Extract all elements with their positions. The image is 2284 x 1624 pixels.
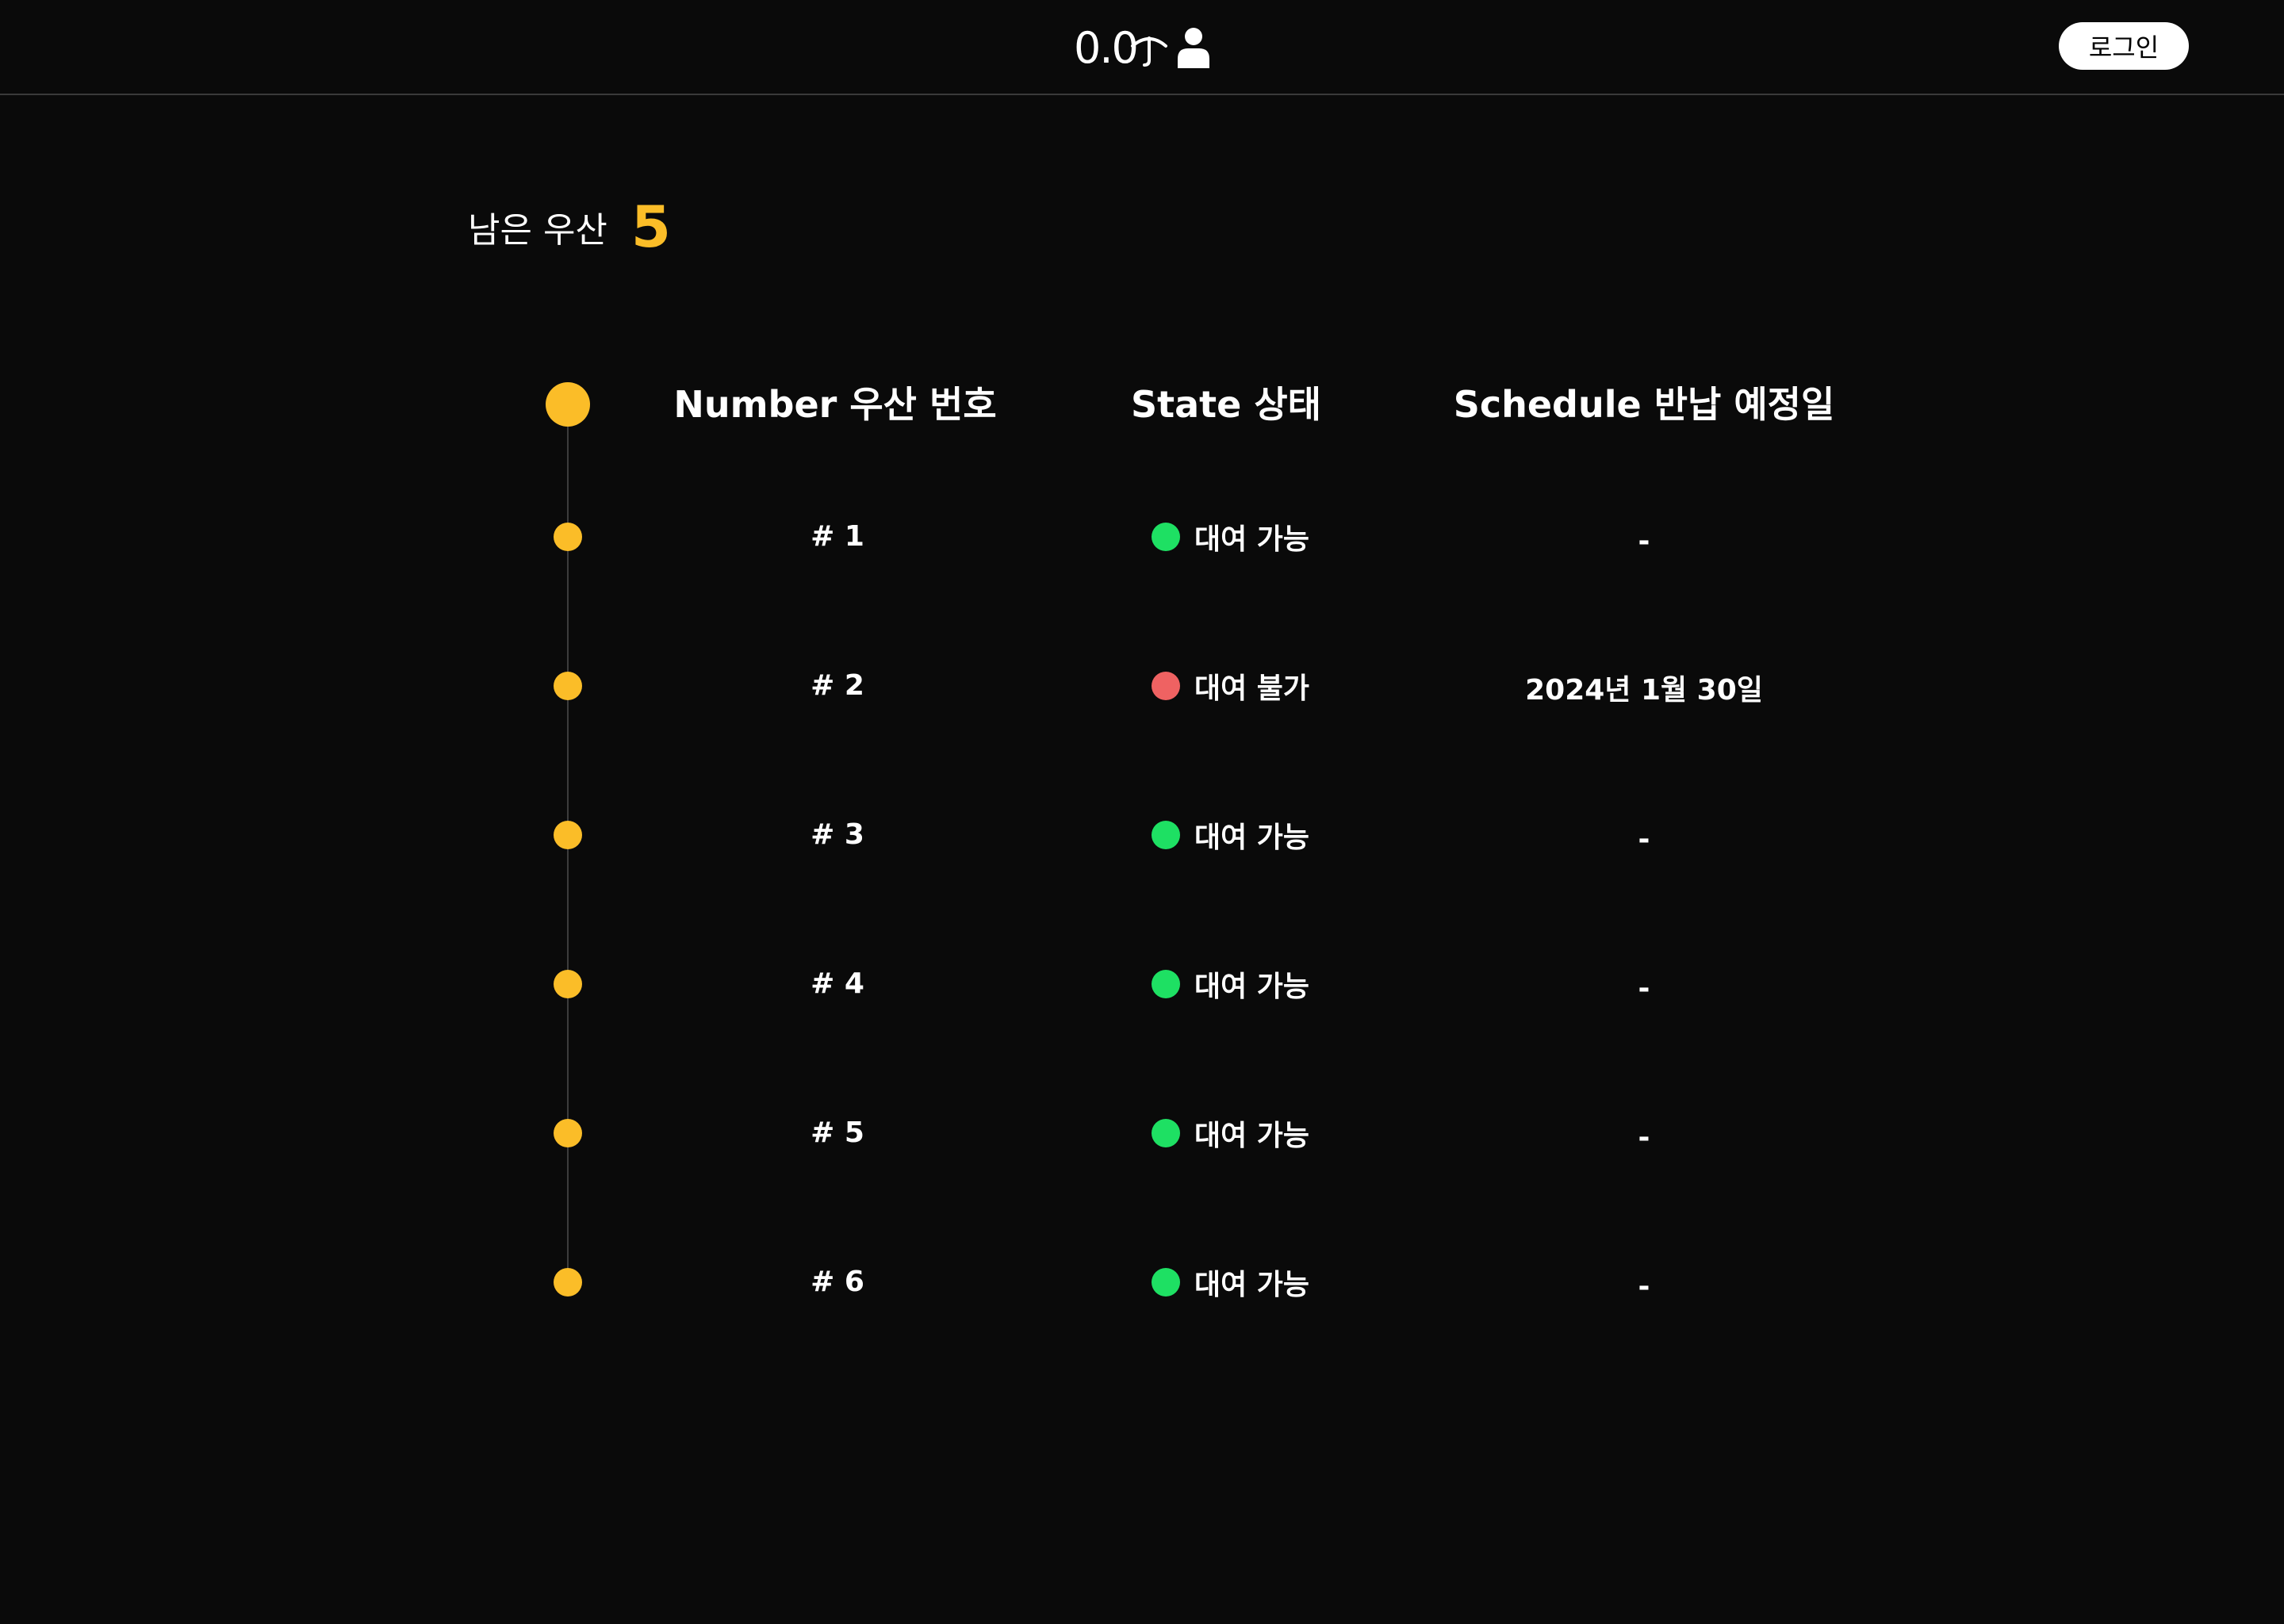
- column-header-schedule: Schedule 반납 예정일: [1453, 383, 1835, 426]
- status-label: 대여 가능: [1194, 1269, 1310, 1301]
- return-schedule: 2024년 1월 30일: [1525, 674, 1763, 707]
- umbrella-state: 대여 가능: [1152, 1258, 1309, 1306]
- table-row: # 4 대여 가능 -: [0, 960, 2284, 1008]
- umbrella-number: # 4: [811, 967, 864, 1000]
- umbrella-state: 대여 가능: [1152, 1109, 1309, 1157]
- return-schedule: -: [1638, 823, 1650, 856]
- remaining-label: 남은 우산: [468, 210, 607, 251]
- remaining-umbrellas: 남은 우산 5: [468, 187, 671, 266]
- status-dot-icon: [1152, 523, 1180, 551]
- page: 0.0 로그인 남은 우산 5 Number 우산 번호 State 상태 Sc…: [0, 0, 2284, 1624]
- status-label: 대여 가능: [1194, 1120, 1310, 1152]
- return-schedule: -: [1638, 1270, 1650, 1303]
- header: 0.0 로그인: [0, 0, 2284, 95]
- umbrella-icon: [1130, 36, 1167, 67]
- status-dot-icon: [1152, 672, 1180, 700]
- status-label: 대여 가능: [1194, 822, 1310, 854]
- user-icon[interactable]: [1177, 27, 1210, 68]
- table-row: # 5 대여 가능 -: [0, 1109, 2284, 1157]
- umbrella-state: 대여 가능: [1152, 960, 1309, 1008]
- status-dot-icon: [1152, 970, 1180, 998]
- umbrella-number: # 5: [811, 1116, 864, 1149]
- return-schedule: -: [1638, 525, 1650, 557]
- column-header-number: Number 우산 번호: [673, 383, 997, 426]
- status-label: 대여 불가: [1194, 672, 1310, 705]
- table-row: # 3 대여 가능 -: [0, 811, 2284, 859]
- status-dot-icon: [1152, 1119, 1180, 1147]
- umbrella-number: # 6: [811, 1266, 864, 1298]
- umbrella-state: 대여 가능: [1152, 811, 1309, 859]
- return-schedule: -: [1638, 1121, 1650, 1154]
- logo-text: 0.0: [1074, 23, 1139, 73]
- umbrella-number: # 2: [811, 669, 864, 702]
- login-button[interactable]: 로그인: [2059, 22, 2189, 70]
- remaining-count: 5: [630, 193, 672, 260]
- timeline-header-dot: [546, 382, 590, 427]
- column-header-state: State 상태: [1130, 383, 1321, 426]
- return-schedule: -: [1638, 972, 1650, 1005]
- table-row: # 1 대여 가능 -: [0, 513, 2284, 561]
- umbrella-number: # 3: [811, 818, 864, 851]
- status-dot-icon: [1152, 1268, 1180, 1297]
- umbrella-state: 대여 가능: [1152, 513, 1309, 561]
- table-row: # 2 대여 불가 2024년 1월 30일: [0, 662, 2284, 710]
- table-row: # 6 대여 가능 -: [0, 1258, 2284, 1306]
- umbrella-number: # 1: [811, 520, 864, 553]
- status-label: 대여 가능: [1194, 523, 1310, 556]
- logo[interactable]: 0.0: [1074, 21, 1169, 76]
- status-label: 대여 가능: [1194, 971, 1310, 1003]
- umbrella-state: 대여 불가: [1152, 662, 1309, 710]
- status-dot-icon: [1152, 821, 1180, 849]
